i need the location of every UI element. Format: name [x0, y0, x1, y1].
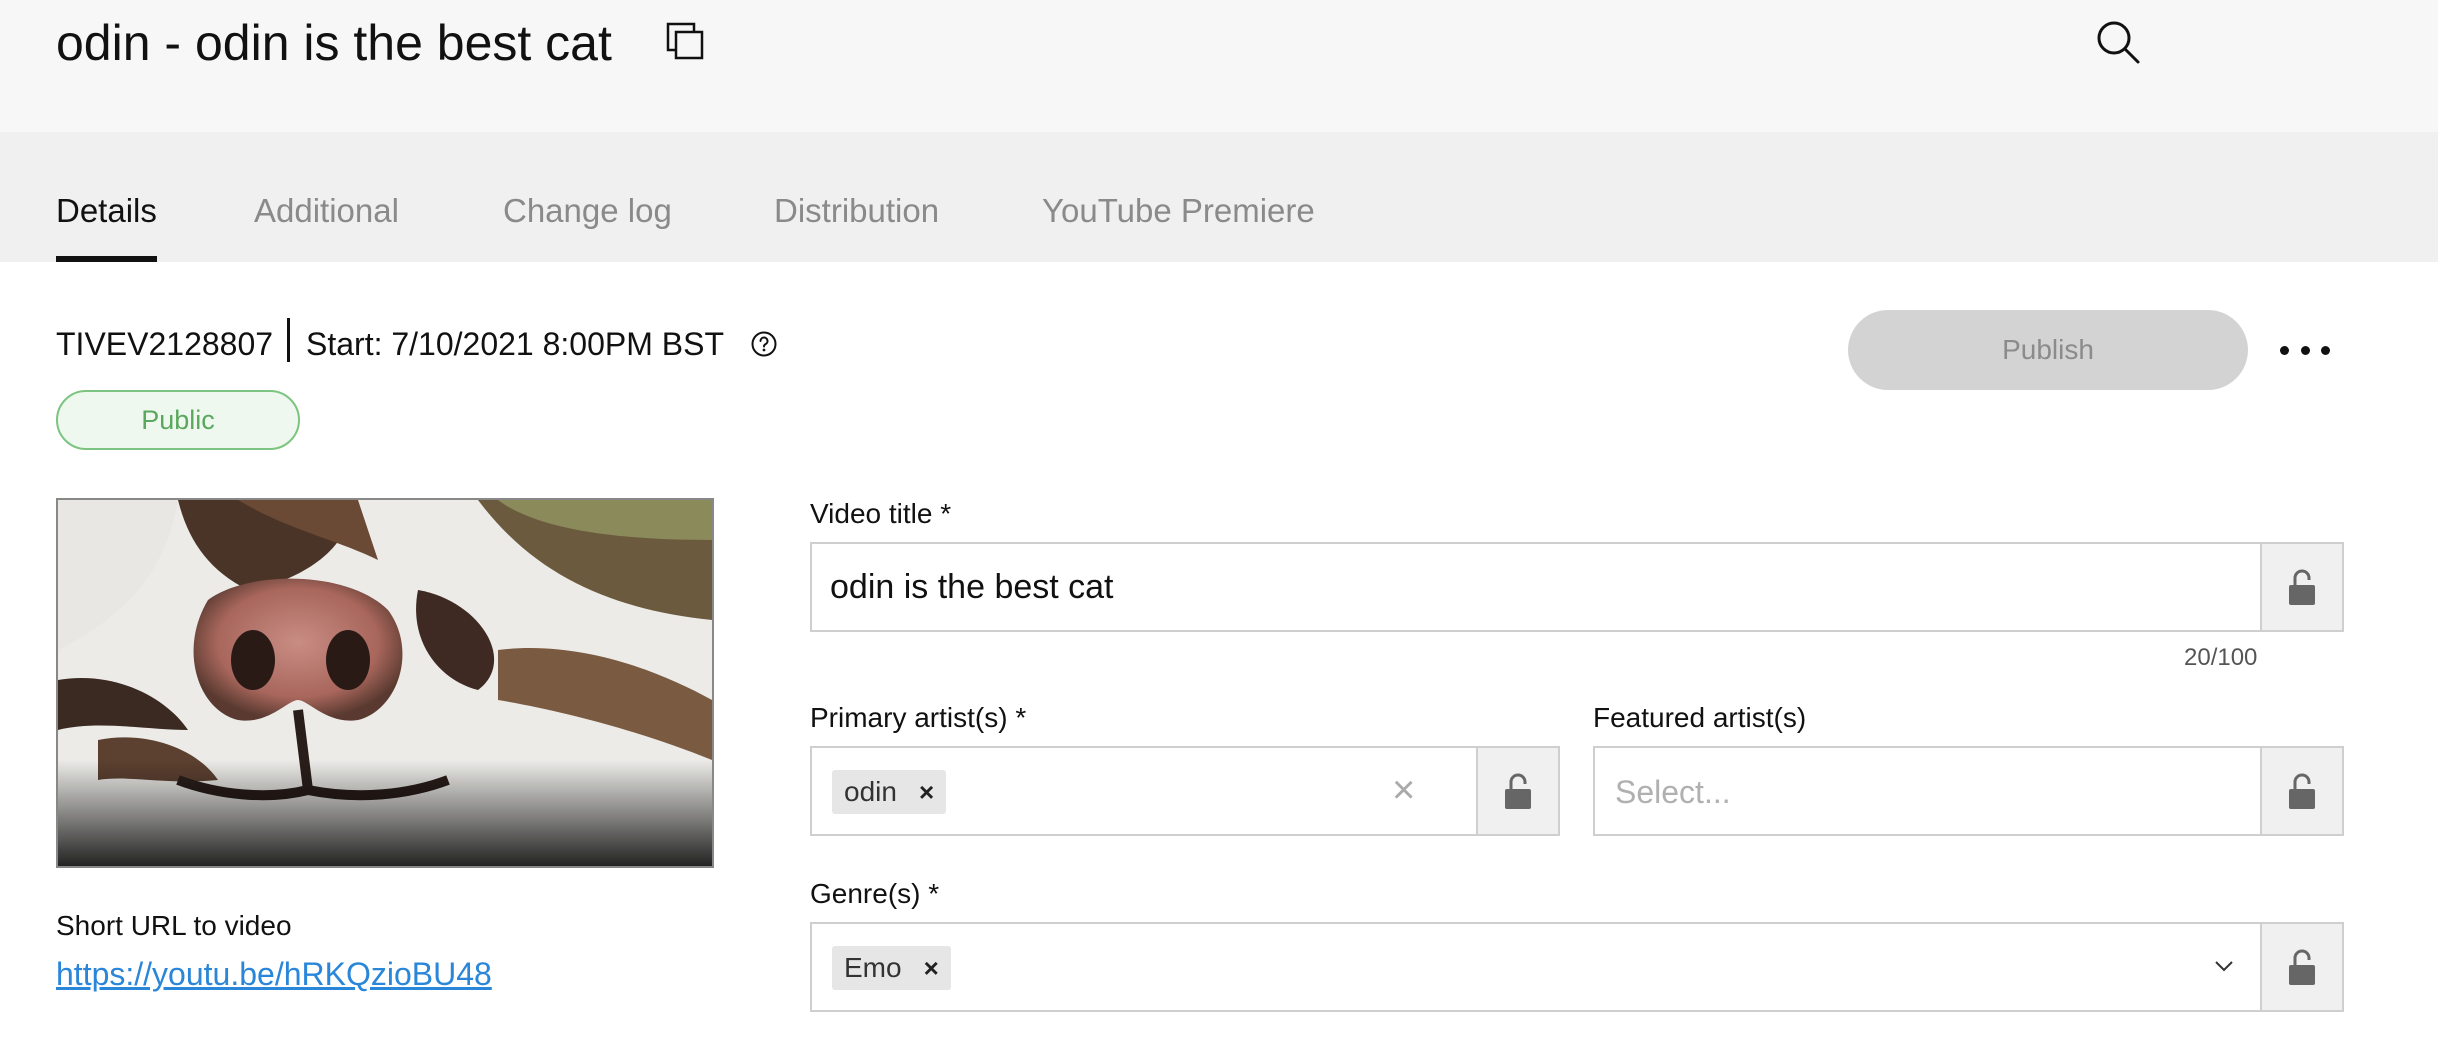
- remove-chip-icon[interactable]: ×: [919, 777, 934, 808]
- genre-chip-label: Emo: [844, 952, 902, 983]
- featured-artists-lock-button[interactable]: [2260, 746, 2344, 836]
- more-dot: [2300, 345, 2310, 355]
- primary-artists-label: Primary artist(s) *: [810, 702, 1027, 733]
- featured-artists-label: Featured artist(s): [1593, 702, 1807, 733]
- tab-youtube-premiere[interactable]: YouTube Premiere: [1042, 192, 1315, 262]
- genres-label: Genre(s) *: [810, 878, 940, 909]
- tab-details[interactable]: Details: [56, 192, 157, 262]
- short-url-link[interactable]: https://youtu.be/hRKQzioBU48: [56, 956, 492, 993]
- lock-open-icon: [2289, 569, 2315, 605]
- publish-button[interactable]: Publish: [1848, 310, 2248, 390]
- featured-artists-select[interactable]: Select...: [1593, 746, 2262, 836]
- status-badge: Public: [56, 390, 300, 450]
- page-header: odin - odin is the best cat: [0, 0, 2438, 132]
- event-id: TIVEV2128807: [56, 326, 274, 362]
- artist-chip-label: odin: [844, 776, 897, 807]
- genres-lock-button[interactable]: [2260, 922, 2344, 1012]
- video-title-label: Video title *: [810, 498, 952, 529]
- tab-additional[interactable]: Additional: [254, 192, 399, 262]
- search-icon[interactable]: [2094, 18, 2142, 66]
- video-title-char-counter: 20/100: [2184, 644, 2258, 671]
- chevron-down-icon[interactable]: [2212, 954, 2236, 978]
- remove-chip-icon[interactable]: ×: [924, 953, 939, 984]
- primary-artists-lock-button[interactable]: [1476, 746, 1560, 836]
- help-icon[interactable]: [750, 330, 778, 358]
- lock-open-icon: [2289, 949, 2315, 985]
- copy-icon[interactable]: [664, 20, 708, 64]
- short-url-label: Short URL to video: [56, 910, 292, 941]
- artist-chip: odin ×: [832, 770, 947, 814]
- lock-open-icon: [1505, 773, 1531, 809]
- clear-selection-icon[interactable]: ×: [1392, 768, 1415, 813]
- more-dot: [2280, 345, 2289, 355]
- tab-bar: Details Additional Change log Distributi…: [0, 132, 2438, 262]
- tab-distribution[interactable]: Distribution: [774, 192, 939, 262]
- featured-artists-placeholder: Select...: [1615, 774, 1731, 810]
- video-title-lock-button[interactable]: [2260, 542, 2344, 632]
- primary-artists-select[interactable]: odin × ×: [810, 746, 1478, 836]
- genre-chip: Emo ×: [832, 946, 951, 990]
- video-title-input[interactable]: [810, 542, 2262, 632]
- tab-change-log[interactable]: Change log: [503, 192, 672, 262]
- page-title: odin - odin is the best cat: [56, 15, 612, 71]
- genres-select[interactable]: Emo ×: [810, 922, 2262, 1012]
- more-horizontal-icon[interactable]: [2280, 330, 2330, 370]
- video-thumbnail: [56, 498, 714, 868]
- more-dot: [2321, 345, 2330, 355]
- lock-open-icon: [2289, 773, 2315, 809]
- start-time: Start: 7/10/2021 8:00PM BST: [306, 326, 725, 362]
- meta-divider: [287, 318, 290, 362]
